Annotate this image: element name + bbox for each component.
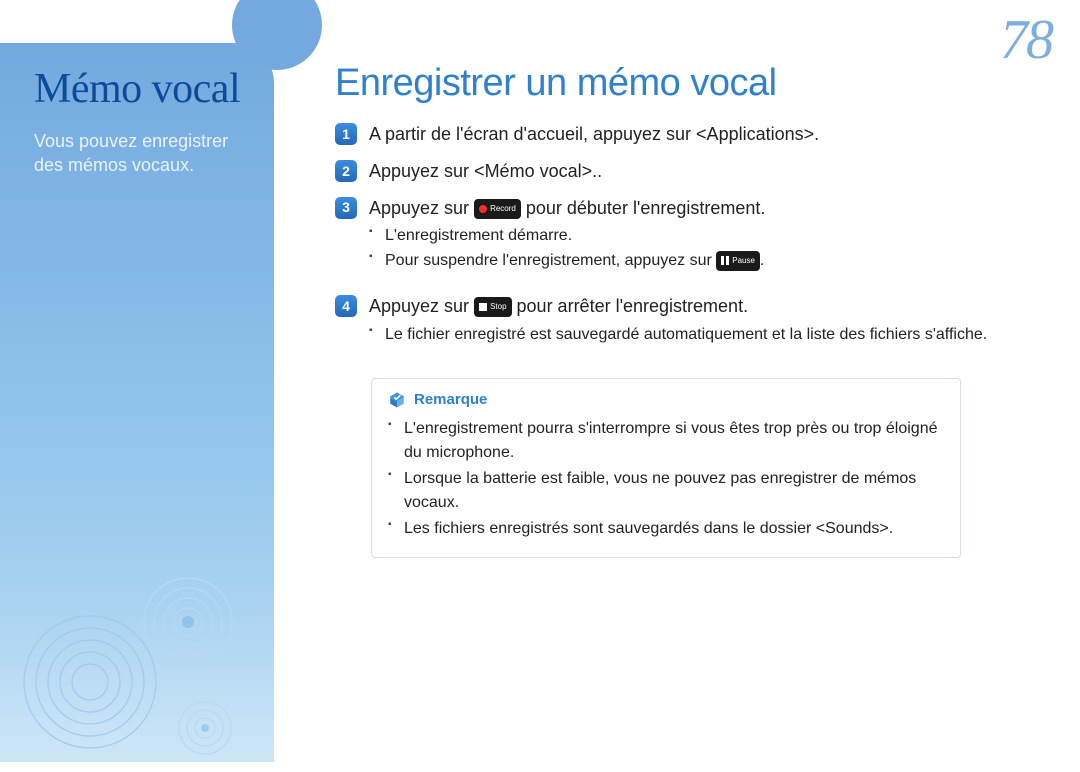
list-item: Lorsque la batterie est faible, vous ne … — [388, 467, 944, 515]
step-text: A partir de l'écran d'accueil, appuyez s… — [369, 120, 1035, 149]
main-content: 1 A partir de l'écran d'accueil, appuyez … — [335, 120, 1035, 558]
sidebar-subtitle: Vous pouvez enregistrer des mémos vocaux… — [34, 129, 248, 178]
step-text: Appuyez sur Stop pour arrêter l'enregist… — [369, 292, 1035, 321]
step-2: 2 Appuyez sur <Mémo vocal>.. — [335, 157, 1035, 186]
step-1: 1 A partir de l'écran d'accueil, appuyez … — [335, 120, 1035, 149]
page-number: 78 — [1000, 8, 1052, 72]
step-body: Appuyez sur Record pour débuter l'enregi… — [369, 194, 1035, 284]
remark-header: Remarque — [388, 391, 944, 409]
list-item: Le fichier enregistré est sauvegardé aut… — [369, 323, 1035, 348]
step-number-badge: 3 — [335, 197, 357, 219]
list-item: L'enregistrement pourra s'interrompre si… — [388, 417, 944, 465]
step-text: Appuyez sur <Mémo vocal>.. — [369, 157, 1035, 186]
decorative-circles-graphic — [20, 552, 280, 772]
pause-button-chip: Pause — [716, 251, 760, 271]
step-sub-bullets: L'enregistrement démarre.Pour suspendre … — [369, 224, 1035, 274]
record-button-chip: Record — [474, 199, 521, 219]
step-number-badge: 2 — [335, 160, 357, 182]
remark-box: Remarque L'enregistrement pourra s'inter… — [371, 378, 961, 558]
list-item: Pour suspendre l'enregistrement, appuyez… — [369, 249, 1035, 274]
step-4: 4 Appuyez sur Stop pour arrêter l'enregis… — [335, 292, 1035, 358]
main-title: Enregistrer un mémo vocal — [335, 62, 777, 105]
remark-list: L'enregistrement pourra s'interrompre si… — [388, 417, 944, 541]
step-number-badge: 4 — [335, 295, 357, 317]
step-sub-bullets: Le fichier enregistré est sauvegardé aut… — [369, 323, 1035, 348]
step-text: Appuyez sur Record pour débuter l'enregi… — [369, 194, 1035, 223]
step-body: A partir de l'écran d'accueil, appuyez s… — [369, 120, 1035, 149]
sidebar: Mémo vocal Vous pouvez enregistrer des m… — [0, 43, 274, 762]
step-3: 3 Appuyez sur Record pour débuter l'enreg… — [335, 194, 1035, 284]
remark-label: Remarque — [414, 391, 487, 408]
remark-icon — [388, 391, 406, 409]
list-item: L'enregistrement démarre. — [369, 224, 1035, 249]
stop-button-chip: Stop — [474, 297, 511, 317]
step-number-badge: 1 — [335, 123, 357, 145]
step-body: Appuyez sur Stop pour arrêter l'enregist… — [369, 292, 1035, 358]
list-item: Les fichiers enregistrés sont sauvegardé… — [388, 517, 944, 541]
step-body: Appuyez sur <Mémo vocal>.. — [369, 157, 1035, 186]
sidebar-title: Mémo vocal — [34, 65, 248, 113]
